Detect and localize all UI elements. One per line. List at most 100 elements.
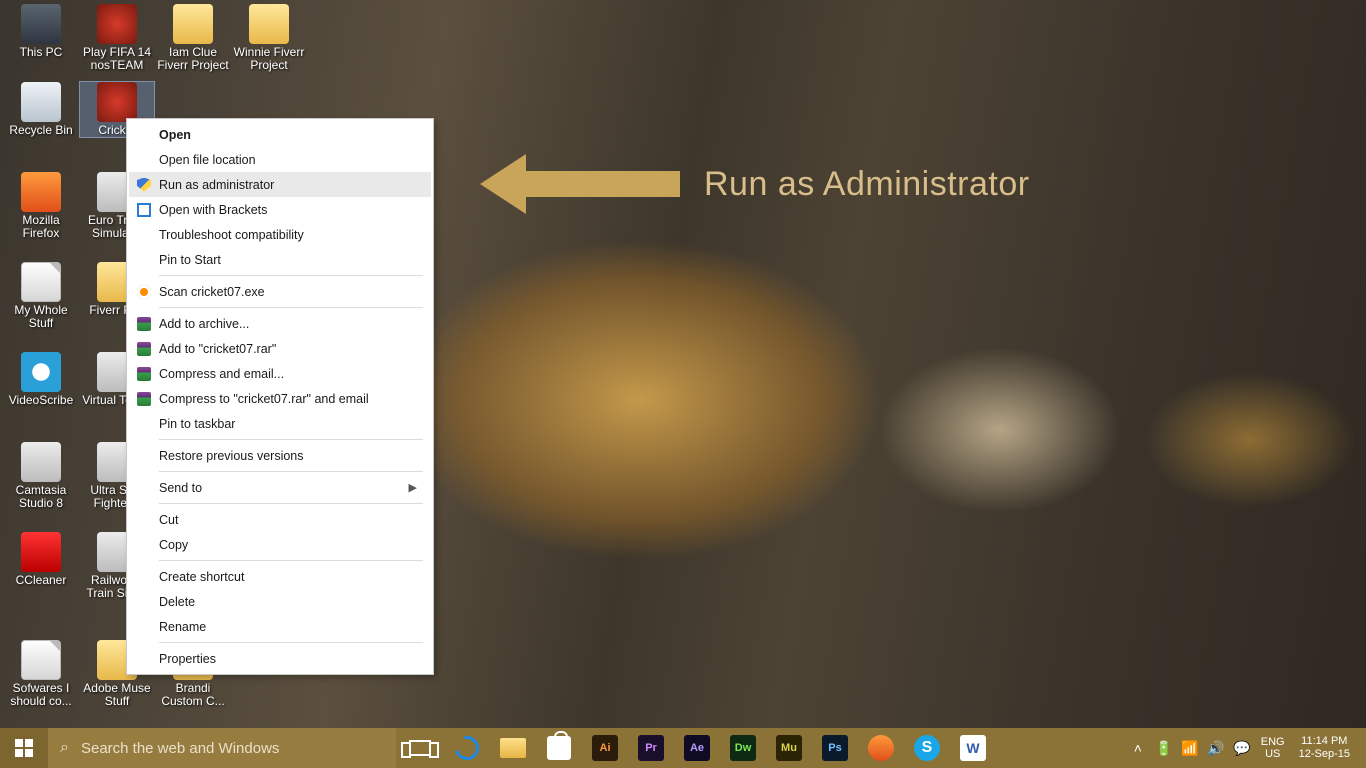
- desktop-icon[interactable]: This PC: [4, 4, 78, 59]
- ctx-add-to-archive[interactable]: Add to archive...: [129, 311, 431, 336]
- ctx-run-as-administrator[interactable]: Run as administrator: [129, 172, 431, 197]
- taskbar-photoshop[interactable]: Ps: [812, 728, 858, 768]
- taskbar-skype[interactable]: S: [904, 728, 950, 768]
- windows-icon: [15, 739, 33, 757]
- winrar-icon: [137, 367, 151, 381]
- app-icon: [21, 640, 61, 680]
- ctx-open[interactable]: Open: [129, 122, 431, 147]
- desktop-icon-label: Camtasia Studio 8: [4, 484, 78, 510]
- desktop-icon[interactable]: Iam Clue Fiverr Project: [156, 4, 230, 72]
- desktop-icon-label: VideoScribe: [4, 394, 78, 407]
- winrar-icon: [137, 392, 151, 406]
- desktop-icon-label: Iam Clue Fiverr Project: [156, 46, 230, 72]
- app-icon: [21, 352, 61, 392]
- tray-action-center[interactable]: 💬: [1229, 728, 1255, 768]
- tray-volume[interactable]: 🔊: [1203, 728, 1229, 768]
- desktop-icon[interactable]: Winnie Fiverr Project: [232, 4, 306, 72]
- desktop-icon[interactable]: Camtasia Studio 8: [4, 442, 78, 510]
- ctx-add-to-rar[interactable]: Add to "cricket07.rar": [129, 336, 431, 361]
- ctx-copy[interactable]: Copy: [129, 532, 431, 557]
- tray-clock[interactable]: 11:14 PM 12-Sep-15: [1291, 735, 1358, 761]
- desktop-icon-label: This PC: [4, 46, 78, 59]
- ps-icon: Ps: [822, 735, 848, 761]
- notifications-icon: 💬: [1233, 740, 1250, 757]
- ctx-compress-rar-and-email[interactable]: Compress to "cricket07.rar" and email: [129, 386, 431, 411]
- desktop-icon[interactable]: Sofwares I should co...: [4, 640, 78, 708]
- taskbar-illustrator[interactable]: Ai: [582, 728, 628, 768]
- app-icon: [173, 4, 213, 44]
- ctx-rename[interactable]: Rename: [129, 614, 431, 639]
- ctx-pin-to-start[interactable]: Pin to Start: [129, 247, 431, 272]
- ctx-pin-to-taskbar[interactable]: Pin to taskbar: [129, 411, 431, 436]
- app-icon: [21, 82, 61, 122]
- app-icon: [21, 442, 61, 482]
- tray-battery[interactable]: 🔋: [1151, 728, 1177, 768]
- desktop-icon-label: CCleaner: [4, 574, 78, 587]
- ctx-troubleshoot-compatibility[interactable]: Troubleshoot compatibility: [129, 222, 431, 247]
- ctx-open-file-location[interactable]: Open file location: [129, 147, 431, 172]
- search-box[interactable]: ⌕ Search the web and Windows: [48, 728, 396, 768]
- tray-overflow[interactable]: ˄: [1125, 728, 1151, 768]
- start-button[interactable]: [0, 728, 48, 768]
- ctx-scan[interactable]: Scan cricket07.exe: [129, 279, 431, 304]
- shield-icon: [137, 178, 151, 192]
- system-tray: ˄ 🔋 📶 🔊 💬 ENG US 11:14 PM 12-Sep-15: [1125, 728, 1366, 768]
- taskbar: ⌕ Search the web and Windows Ai Pr Ae Dw…: [0, 728, 1366, 768]
- desktop-icon[interactable]: VideoScribe: [4, 352, 78, 407]
- desktop-icon-label: Adobe Muse Stuff: [80, 682, 154, 708]
- skype-icon: S: [914, 735, 940, 761]
- taskbar-dreamweaver[interactable]: Dw: [720, 728, 766, 768]
- app-icon: [21, 172, 61, 212]
- taskbar-store[interactable]: [536, 728, 582, 768]
- desktop-icon-label: Mozilla Firefox: [4, 214, 78, 240]
- ctx-properties[interactable]: Properties: [129, 646, 431, 671]
- folder-icon: [500, 738, 526, 758]
- taskbar-premiere[interactable]: Pr: [628, 728, 674, 768]
- ctx-delete[interactable]: Delete: [129, 589, 431, 614]
- app-icon: [21, 532, 61, 572]
- tray-network[interactable]: 📶: [1177, 728, 1203, 768]
- store-icon: [547, 736, 571, 760]
- chevron-up-icon: ˄: [1134, 740, 1142, 756]
- ctx-cut[interactable]: Cut: [129, 507, 431, 532]
- speaker-icon: 🔊: [1207, 740, 1224, 757]
- context-menu: Open Open file location Run as administr…: [126, 118, 434, 675]
- ctx-create-shortcut[interactable]: Create shortcut: [129, 564, 431, 589]
- ctx-open-with-brackets[interactable]: Open with Brackets: [129, 197, 431, 222]
- task-view-button[interactable]: [396, 728, 444, 768]
- app-icon: [97, 82, 137, 122]
- taskbar-muse[interactable]: Mu: [766, 728, 812, 768]
- desktop-icon[interactable]: My Whole Stuff: [4, 262, 78, 330]
- taskbar-word[interactable]: W: [950, 728, 996, 768]
- mu-icon: Mu: [776, 735, 802, 761]
- desktop-icon[interactable]: Recycle Bin: [4, 82, 78, 137]
- ctx-send-to[interactable]: Send to▶: [129, 475, 431, 500]
- desktop-icon-label: My Whole Stuff: [4, 304, 78, 330]
- ctx-compress-and-email[interactable]: Compress and email...: [129, 361, 431, 386]
- desktop-icon-label: Winnie Fiverr Project: [232, 46, 306, 72]
- taskbar-after-effects[interactable]: Ae: [674, 728, 720, 768]
- taskbar-file-explorer[interactable]: [490, 728, 536, 768]
- desktop-icon[interactable]: Mozilla Firefox: [4, 172, 78, 240]
- avast-icon: [137, 285, 151, 299]
- taskbar-firefox[interactable]: [858, 728, 904, 768]
- search-placeholder: Search the web and Windows: [81, 740, 279, 757]
- brackets-icon: [137, 203, 151, 217]
- desktop-icon-label: Brandi Custom C...: [156, 682, 230, 708]
- ctx-restore-previous-versions[interactable]: Restore previous versions: [129, 443, 431, 468]
- app-icon: [21, 4, 61, 44]
- desktop-icon[interactable]: Play FIFA 14 nosTEAM: [80, 4, 154, 72]
- taskbar-edge[interactable]: [444, 728, 490, 768]
- desktop-icon[interactable]: CCleaner: [4, 532, 78, 587]
- taskbar-apps: Ai Pr Ae Dw Mu Ps S W: [444, 728, 996, 768]
- tray-language[interactable]: ENG US: [1255, 736, 1291, 760]
- dw-icon: Dw: [730, 735, 756, 761]
- annotation-text: Run as Administrator: [704, 165, 1030, 204]
- desktop-icon-label: Recycle Bin: [4, 124, 78, 137]
- winrar-icon: [137, 317, 151, 331]
- desktop-icon-label: Sofwares I should co...: [4, 682, 78, 708]
- ae-icon: Ae: [684, 735, 710, 761]
- battery-icon: 🔋: [1155, 740, 1172, 757]
- search-icon: ⌕: [60, 739, 69, 757]
- desktop[interactable]: This PCPlay FIFA 14 nosTEAMIam Clue Five…: [0, 0, 1366, 768]
